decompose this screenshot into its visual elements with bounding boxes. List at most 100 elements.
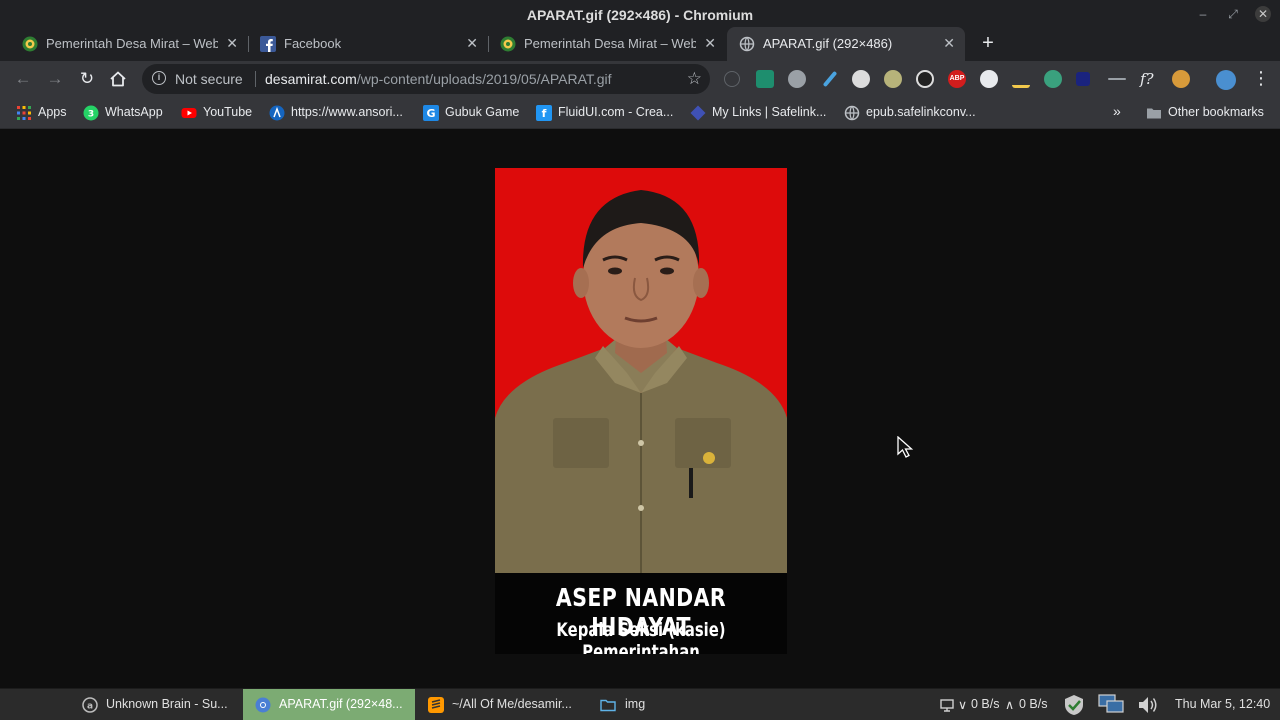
- home-button[interactable]: [109, 70, 127, 88]
- svg-text:3: 3: [88, 110, 94, 120]
- folder-icon: [1147, 108, 1161, 119]
- bookmark-label: Apps: [38, 105, 67, 119]
- gear-extension-icon[interactable]: [852, 70, 870, 88]
- forward-button[interactable]: →: [45, 69, 65, 89]
- security-label: Not secure: [175, 71, 243, 87]
- whatsapp-icon: 3: [83, 105, 99, 121]
- apps-grid-icon: [17, 106, 31, 120]
- close-tab-icon[interactable]: ✕: [466, 35, 478, 52]
- svg-text:a: a: [87, 702, 93, 712]
- minimize-button[interactable]: –: [1195, 6, 1211, 22]
- task-label: APARAT.gif (292×48...: [279, 697, 403, 711]
- close-tab-icon[interactable]: ✕: [704, 35, 716, 52]
- screen: APARAT.gif (292×486) - Chromium – ⤢ ✕ Pe…: [0, 0, 1280, 720]
- bookmark-star-icon[interactable]: ☆: [687, 69, 702, 89]
- back-button[interactable]: ←: [13, 69, 33, 89]
- task-img-folder[interactable]: img: [596, 689, 706, 720]
- url-path: /wp-content/uploads/2019/05/APARAT.gif: [356, 71, 612, 87]
- grammar-extension-icon[interactable]: [980, 70, 998, 88]
- tab-facebook[interactable]: Facebook ✕: [248, 27, 489, 61]
- browser-toolbar: ← → ↻ i Not secure desamirat.com/wp-cont…: [0, 61, 1280, 97]
- adblock-plus-icon[interactable]: ABP: [948, 70, 966, 88]
- timer-extension-icon[interactable]: [884, 70, 902, 88]
- scissor-extension-icon[interactable]: [1108, 78, 1126, 80]
- tab-label: Pemerintah Desa Mirat – Webs: [46, 36, 218, 51]
- monitor-icon[interactable]: [940, 699, 954, 713]
- shield-check-icon[interactable]: [1062, 693, 1086, 717]
- net-down-arrow-icon: ∨: [958, 698, 968, 712]
- tab-aparat-active[interactable]: APARAT.gif (292×486) ✕: [727, 27, 965, 61]
- folder-icon: [600, 699, 616, 712]
- reload-button[interactable]: ↻: [77, 69, 97, 89]
- youtube-icon: [181, 108, 197, 118]
- tab-pemerintah-2[interactable]: Pemerintah Desa Mirat – Webs ✕: [488, 27, 726, 61]
- task-label: Unknown Brain - Su...: [106, 697, 228, 711]
- system-taskbar: a Unknown Brain - Su... APARAT.gif (292×…: [0, 688, 1280, 720]
- recycle-extension-icon[interactable]: [724, 71, 740, 87]
- bookmark-label: FluidUI.com - Crea...: [558, 105, 674, 119]
- net-up-speed: 0 B/s: [1019, 697, 1048, 711]
- bookmark-label: https://www.ansori...: [291, 105, 403, 119]
- pen-extension-icon[interactable]: [822, 70, 838, 88]
- bookmark-label: Other bookmarks: [1168, 105, 1264, 119]
- close-window-button[interactable]: ✕: [1255, 6, 1271, 22]
- globe-icon: [739, 36, 755, 52]
- facebook-icon: [260, 36, 276, 52]
- task-sublime[interactable]: ~/All Of Me/desamir...: [420, 689, 586, 720]
- task-audacious[interactable]: a Unknown Brain - Su...: [74, 689, 240, 720]
- formula-extension-icon[interactable]: f?: [1140, 70, 1158, 88]
- bookmark-label: My Links | Safelink...: [712, 105, 827, 119]
- bookmarks-overflow-chevron-icon[interactable]: »: [1113, 103, 1121, 119]
- tab-label: APARAT.gif (292×486): [763, 36, 893, 51]
- omnibox-divider: [255, 71, 256, 87]
- sublime-icon: [428, 697, 444, 713]
- maximize-button[interactable]: ⤢: [1225, 6, 1241, 22]
- network-icon[interactable]: [1097, 693, 1125, 717]
- bookmark-label: epub.safelinkconv...: [866, 105, 976, 119]
- new-tab-button[interactable]: +: [978, 32, 998, 54]
- bookmark-label: WhatsApp: [105, 105, 163, 119]
- tab-label: Pemerintah Desa Mirat – Webs: [524, 36, 696, 51]
- net-down-speed: 0 B/s: [971, 697, 1000, 711]
- task-chromium-active[interactable]: APARAT.gif (292×48...: [243, 689, 415, 720]
- tab-label: Facebook: [284, 36, 342, 51]
- close-tab-icon[interactable]: ✕: [226, 35, 238, 52]
- cookie-extension-icon[interactable]: [788, 70, 806, 88]
- mail-extension-icon[interactable]: [756, 70, 774, 88]
- fluidui-icon: f: [536, 105, 552, 121]
- bookmark-label: YouTube: [203, 105, 253, 119]
- globe-icon: [844, 105, 860, 121]
- close-tab-icon[interactable]: ✕: [943, 35, 955, 52]
- chromium-icon: [255, 697, 271, 713]
- bookmarks-bar: Apps 3 WhatsApp YouTube https://www.anso…: [0, 97, 1280, 129]
- check-extension-icon[interactable]: [1012, 70, 1030, 88]
- photo-caption: ASEP NANDAR HIDAYAT Kepala Seksi (kasie)…: [495, 573, 787, 654]
- window-titlebar: APARAT.gif (292×486) - Chromium – ⤢ ✕: [0, 0, 1280, 30]
- globe-extension-icon[interactable]: [1044, 70, 1062, 88]
- task-label: img: [625, 697, 646, 711]
- url-text[interactable]: desamirat.com/wp-content/uploads/2019/05…: [265, 71, 612, 87]
- link-extension-icon[interactable]: [916, 70, 934, 88]
- gubuk-game-icon: G: [423, 105, 439, 121]
- tab-pemerintah-1[interactable]: Pemerintah Desa Mirat – Webs ✕: [10, 27, 249, 61]
- svg-text:G: G: [426, 107, 435, 120]
- task-label: ~/All Of Me/desamir...: [452, 697, 572, 711]
- browser-menu-icon[interactable]: ⋮: [1252, 69, 1270, 87]
- clock[interactable]: Thu Mar 5, 12:40: [1175, 697, 1270, 711]
- square-extension-icon[interactable]: [1076, 72, 1090, 86]
- image-viewer: ASEP NANDAR HIDAYAT Kepala Seksi (kasie)…: [0, 130, 1280, 688]
- official-portrait-figure: [495, 190, 787, 573]
- info-icon[interactable]: i: [152, 71, 166, 85]
- address-bar[interactable]: i Not secure desamirat.com/wp-content/up…: [142, 64, 710, 94]
- audacious-icon: a: [82, 697, 98, 713]
- mouse-pointer-icon: [897, 436, 914, 458]
- window-title: APARAT.gif (292×486) - Chromium: [526, 7, 754, 23]
- aparat-photo: ASEP NANDAR HIDAYAT Kepala Seksi (kasie)…: [495, 168, 787, 654]
- bookmark-label: Gubuk Game: [445, 105, 520, 119]
- volume-icon[interactable]: [1137, 695, 1159, 715]
- official-role: Kepala Seksi (kasie) Pemerintahan: [556, 619, 726, 654]
- profile-avatar[interactable]: [1216, 70, 1236, 90]
- garuda-icon: [500, 36, 516, 52]
- ansori-icon: [269, 105, 285, 121]
- owl-extension-icon[interactable]: [1172, 70, 1190, 88]
